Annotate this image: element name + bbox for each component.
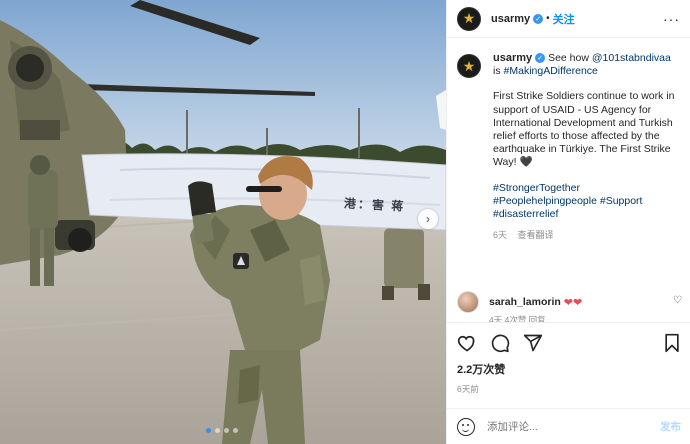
caption: ★ usarmy ✓ See how @101stabndivaa is #Mak… xyxy=(447,38,690,284)
hashtag-link[interactable]: #Support xyxy=(600,195,643,207)
mention-link[interactable]: @101stabndivaa xyxy=(592,52,671,64)
caption-intro: See how xyxy=(548,52,589,64)
carousel-dot xyxy=(206,428,211,433)
next-image-button[interactable]: › xyxy=(418,209,438,229)
comment-meta: 4天 4次赞 回复 xyxy=(489,315,546,322)
carousel-dot xyxy=(215,428,220,433)
separator-dot: • xyxy=(546,13,550,24)
caption-time: 6天 xyxy=(493,230,508,241)
heart-icon[interactable]: ♡ xyxy=(673,295,682,306)
heart-icon[interactable] xyxy=(457,333,477,353)
caption-is: is xyxy=(493,65,501,78)
caption-username[interactable]: usarmy xyxy=(493,52,532,64)
caption-meta: 6天 查看翻译 xyxy=(493,229,680,242)
bookmark-icon[interactable] xyxy=(663,333,681,353)
post-header: ★ usarmy ✓ • 关注 ··· xyxy=(447,0,690,38)
banner-text: 港：害 蒋 xyxy=(343,196,406,214)
hashtag-list: #StrongerTogether #Peoplehelpingpeople #… xyxy=(493,182,680,222)
likes-count[interactable]: 2.2万次赞 xyxy=(457,361,681,377)
follow-button[interactable]: 关注 xyxy=(553,11,575,27)
header-username[interactable]: usarmy xyxy=(491,13,530,25)
comment-row: sarah_lamorin ❤❤ ♡ 4天 4次赞 回复 xyxy=(447,284,690,322)
post-comment-button[interactable]: 发布 xyxy=(660,419,681,434)
action-bar: 2.2万次赞 6天前 xyxy=(447,322,690,395)
see-translation-link[interactable]: 查看翻译 xyxy=(518,230,554,240)
army-star-icon[interactable]: ★ xyxy=(457,6,481,31)
comment-input[interactable] xyxy=(487,420,627,433)
caption-body: usarmy ✓ See how @101stabndivaa is #Makin… xyxy=(493,52,680,284)
send-icon[interactable] xyxy=(523,333,543,353)
emoji-icon[interactable] xyxy=(457,417,475,436)
hashtag-link[interactable]: #disasterrelief xyxy=(493,208,558,220)
carousel-dot xyxy=(233,428,238,433)
hashtag-link[interactable]: #MakingADifference xyxy=(504,65,598,77)
post-time: 6天前 xyxy=(457,384,479,394)
comment-username[interactable]: sarah_lamorin xyxy=(489,296,561,308)
more-options-icon[interactable]: ··· xyxy=(663,11,680,27)
add-comment-bar: 发布 xyxy=(447,408,690,444)
post-side-panel: ★ usarmy ✓ • 关注 ··· ★ usarmy ✓ See how @1… xyxy=(446,0,690,444)
hashtag-link[interactable]: #StrongerTogether xyxy=(493,182,580,194)
carousel-dot xyxy=(224,428,229,433)
commenter-avatar[interactable] xyxy=(457,291,479,313)
comment-text: ❤❤ xyxy=(563,296,583,309)
verified-badge-icon: ✓ xyxy=(535,53,546,64)
hashtag-link[interactable]: #Peoplehelpingpeople xyxy=(493,195,597,207)
carousel-dots xyxy=(206,428,238,433)
comment-icon[interactable] xyxy=(490,333,510,353)
post-image xyxy=(0,0,446,444)
chevron-right-icon: › xyxy=(426,212,430,226)
verified-badge-icon: ✓ xyxy=(533,13,544,24)
army-star-icon[interactable]: ★ xyxy=(457,54,481,78)
caption-text: First Strike Soldiers continue to work i… xyxy=(493,90,675,169)
post-photo[interactable]: 港：害 蒋 › xyxy=(0,0,446,444)
